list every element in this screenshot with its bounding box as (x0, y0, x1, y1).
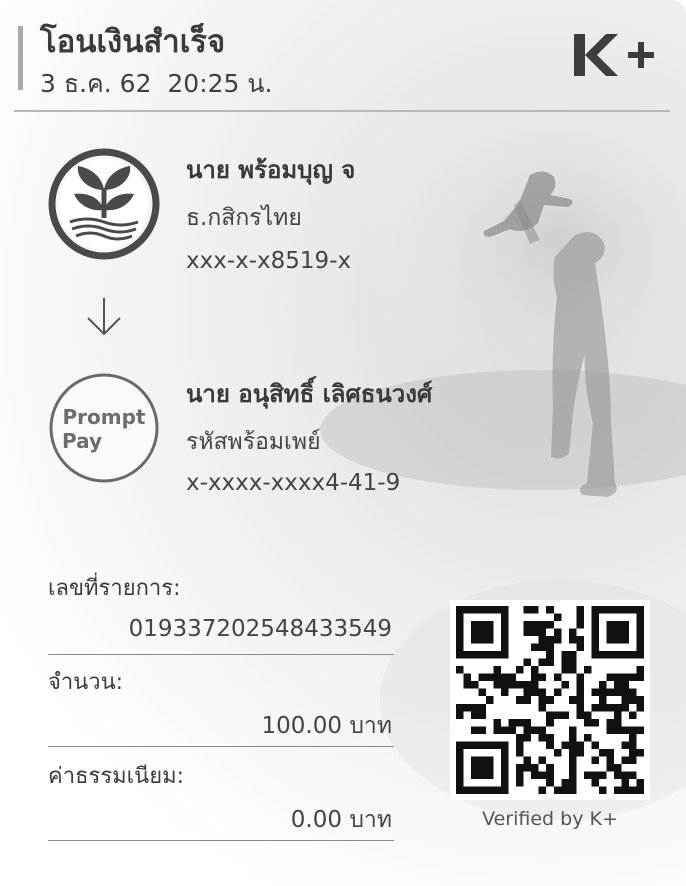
sender-name: นาย พร้อมบุญ จ (186, 156, 356, 184)
qr-code-image (456, 606, 644, 794)
page-title: โอนเงินสำเร็จ (40, 24, 226, 60)
promptpay-logo-icon: Prompt Pay (49, 373, 159, 483)
reference-value: 019337202548433549 (128, 616, 392, 642)
promptpay-logo-line1: Prompt (63, 405, 146, 429)
amount-divider (48, 746, 394, 747)
reference-label: เลขที่รายการ: (48, 576, 181, 601)
receiver-name: นาย อนุสิทธิ์ เลิศธนวงศ์ (186, 380, 433, 408)
header-divider (14, 110, 670, 112)
amount-label: จำนวน: (48, 670, 124, 695)
fee-label: ค่าธรรมเนียม: (48, 764, 184, 789)
transfer-slip: โอนเงินสำเร็จ 3 ธ.ค. 62 20:25 น. นาย พร้… (0, 0, 686, 886)
sender-account: xxx-x-x8519-x (186, 248, 352, 274)
reference-divider (48, 654, 394, 655)
amount-value: 100.00 บาท (261, 713, 392, 739)
verification-qr-code[interactable] (450, 600, 650, 800)
qr-caption: Verified by K+ (482, 808, 618, 830)
header-accent-bar (18, 26, 23, 90)
kplus-logo-icon (574, 34, 654, 76)
fee-divider (48, 840, 394, 841)
receiver-account-type: รหัสพร้อมเพย์ (186, 429, 321, 455)
arrow-down-icon (87, 298, 121, 336)
sender-bank: ธ.กสิกรไทย (186, 205, 302, 231)
fee-value: 0.00 บาท (290, 807, 392, 833)
transaction-datetime: 3 ธ.ค. 62 20:25 น. (40, 69, 273, 98)
promptpay-logo-line2: Pay (62, 429, 102, 453)
kbank-logo-icon (48, 148, 160, 260)
receiver-account: x-xxxx-xxxx4-41-9 (186, 470, 401, 496)
